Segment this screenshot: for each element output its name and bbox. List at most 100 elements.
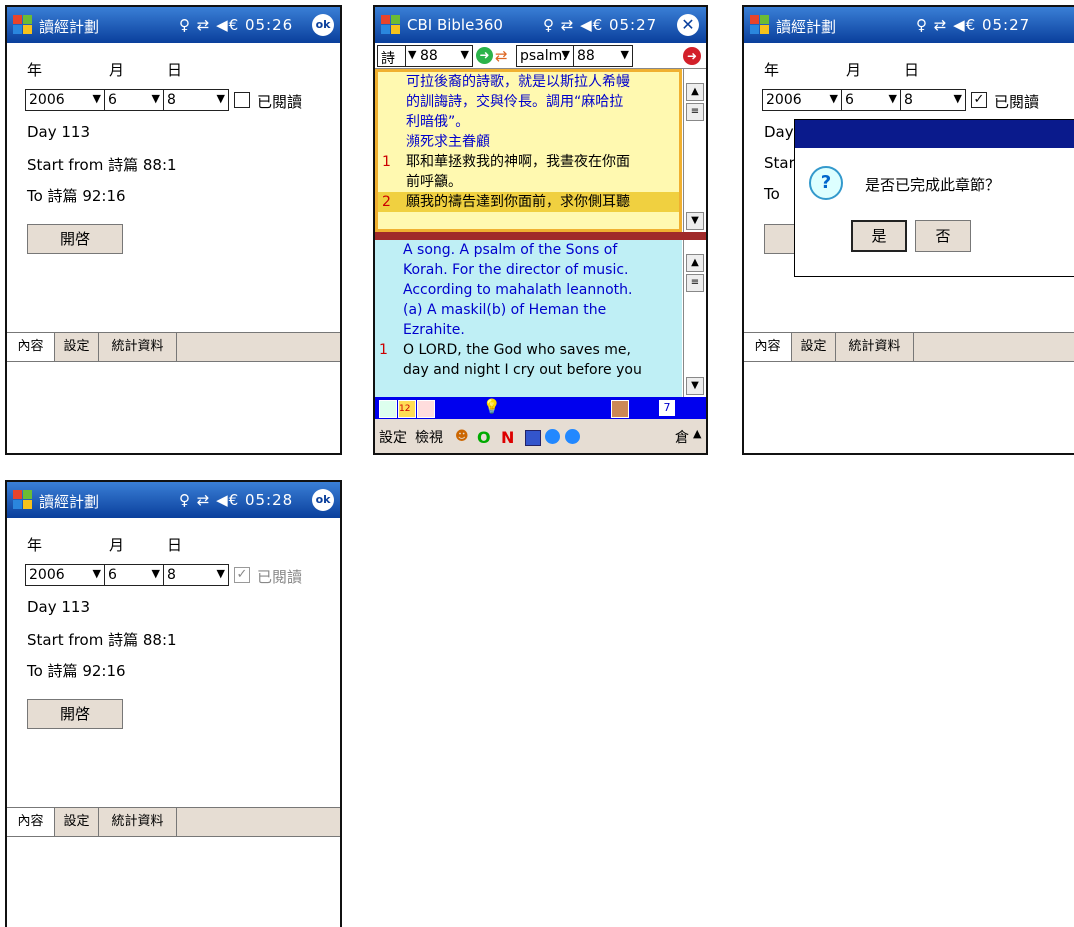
english-scrollbar[interactable]: ▲ ≡ ▼ — [683, 240, 706, 397]
day-label: 日 — [904, 61, 920, 79]
dialog-title-bar — [795, 120, 1074, 148]
close-icon[interactable]: ✕ — [677, 14, 699, 36]
chapter-1-value: 88 — [420, 48, 438, 64]
start-from-text: Start from 詩篇 88:1 — [27, 631, 177, 649]
windows-start-icon[interactable] — [381, 15, 401, 35]
tab-statistics[interactable]: 統計資料 — [99, 333, 177, 361]
month-select[interactable]: 6 ▼ — [104, 564, 164, 586]
chevron-down-icon: ▼ — [151, 92, 160, 105]
english-text-pane[interactable]: A song. A psalm of the Sons of Korah. Fo… — [375, 240, 682, 397]
year-select[interactable]: 2006 ▼ — [25, 564, 105, 586]
month-select[interactable]: 6 ▼ — [104, 89, 164, 111]
month-label: 月 — [109, 61, 125, 79]
package-icon[interactable] — [611, 400, 629, 418]
menu-settings[interactable]: 設定 — [379, 427, 407, 447]
intro-line: 的訓誨詩，交與伶長。調用“麻哈拉 — [406, 94, 624, 110]
tab-bar: 內容 設定 統計資料 — [744, 332, 1074, 362]
chapter-select-1[interactable]: 88 ▼ ▼ — [405, 45, 473, 67]
tab-bar: 內容 設定 統計資料 — [7, 807, 340, 837]
year-select[interactable]: 2006 ▼ — [762, 89, 842, 111]
chevron-down-icon: ▼ — [92, 567, 101, 580]
chinese-text-pane[interactable]: 可拉後裔的詩歌，就是以斯拉人希幔 的訓誨詩，交與伶長。調用“麻哈拉 利暗俄”。 … — [375, 69, 682, 232]
lightbulb-icon[interactable]: 💡 — [483, 399, 500, 417]
pane-splitter[interactable] — [375, 232, 706, 240]
n-button[interactable]: N — [501, 428, 519, 447]
open-button[interactable]: 開啓 — [27, 699, 123, 729]
verse-line: 1 O LORD, the God who saves me, — [375, 340, 682, 360]
chevron-down-icon: ▼ — [151, 567, 160, 580]
chevron-down-icon: ▼ — [216, 567, 225, 580]
forward-arrow-icon[interactable]: ➜ — [476, 47, 493, 64]
keyboard-icon[interactable]: 倉 — [675, 427, 689, 447]
scroll-down-icon[interactable]: ▼ — [686, 212, 704, 230]
day-select[interactable]: 8 ▼ — [163, 89, 229, 111]
chevron-down-icon: ▼ — [216, 92, 225, 105]
ok-button[interactable]: ok — [312, 489, 334, 511]
o-button[interactable]: O — [477, 428, 495, 447]
yes-button[interactable]: 是 — [851, 220, 907, 252]
year-select[interactable]: 2006 ▼ — [25, 89, 105, 111]
confirm-dialog: ? 是否已完成此章節？ 是 否 — [794, 119, 1074, 277]
app-title: 讀經計劃 — [39, 18, 100, 36]
tab-bar: 內容 設定 統計資料 — [7, 332, 340, 362]
tab-settings[interactable]: 設定 — [55, 333, 99, 361]
navigation-row: 詩 88 ▼ ▼ ➜ ⇄ psalm: ▼ 88 ▼ ➜ — [375, 44, 706, 69]
forward-circle-icon[interactable] — [565, 429, 580, 444]
scroll-up-icon[interactable]: ▲ — [686, 254, 704, 272]
keyboard-toggle-icon[interactable]: ▲ — [693, 427, 701, 440]
day-select[interactable]: 8 ▼ — [163, 564, 229, 586]
read-checkbox[interactable] — [234, 92, 250, 108]
intro-line: (a) A maskil(b) of Heman the — [403, 302, 607, 318]
chinese-scrollbar[interactable]: ▲ ≡ ▼ — [683, 69, 706, 232]
windows-start-icon[interactable] — [13, 490, 33, 510]
year-label: 年 — [27, 61, 43, 79]
windows-start-icon[interactable] — [750, 15, 770, 35]
tab-content[interactable]: 內容 — [744, 333, 792, 361]
document-icon[interactable] — [379, 400, 397, 418]
day-label: 日 — [167, 61, 183, 79]
intro-line: 可拉後裔的詩歌，就是以斯拉人希幔 — [406, 74, 630, 90]
day-number-text: Day 113 — [27, 598, 91, 616]
chapter-2-value: 88 — [577, 48, 595, 64]
tab-settings[interactable]: 設定 — [792, 333, 836, 361]
menu-view[interactable]: 檢視 — [415, 427, 443, 447]
verse-line: 前呼籲。 — [406, 174, 462, 190]
scroll-up-icon[interactable]: ▲ — [686, 83, 704, 101]
tab-content[interactable]: 內容 — [7, 808, 55, 836]
tab-statistics[interactable]: 統計資料 — [99, 808, 177, 836]
swap-icon[interactable]: ⇄ — [495, 46, 515, 66]
scroll-thumb[interactable]: ≡ — [686, 103, 704, 121]
bookmark-icon[interactable] — [417, 400, 435, 418]
day-select[interactable]: 8 ▼ — [900, 89, 966, 111]
scroll-down-icon[interactable]: ▼ — [686, 377, 704, 395]
tab-statistics[interactable]: 統計資料 — [836, 333, 914, 361]
scroll-thumb[interactable]: ≡ — [686, 274, 704, 292]
tab-settings[interactable]: 設定 — [55, 808, 99, 836]
back-arrow-icon[interactable]: ➜ — [683, 47, 701, 65]
day-value: 8 — [167, 92, 176, 108]
people-icon[interactable]: ☻ — [455, 429, 471, 445]
save-icon[interactable] — [525, 430, 541, 446]
no-button[interactable]: 否 — [915, 220, 971, 252]
verse-number: 1 — [382, 154, 391, 170]
intro-line: Korah. For the director of music. — [403, 262, 629, 278]
windows-start-icon[interactable] — [13, 15, 33, 35]
open-button[interactable]: 開啓 — [27, 224, 123, 254]
chapter-select-2[interactable]: 88 ▼ — [573, 45, 633, 67]
tab-content[interactable]: 內容 — [7, 333, 55, 361]
back-circle-icon[interactable] — [545, 429, 560, 444]
book-en-select[interactable]: psalm: ▼ — [516, 45, 574, 67]
start-from-text: Start from 詩篇 88:1 — [27, 156, 177, 174]
chevron-down-icon: ▼ — [460, 48, 469, 61]
book-cn-select[interactable]: 詩 — [377, 45, 407, 67]
read-checkbox-disabled: ✓ — [234, 567, 250, 583]
read-label: 已閱讀 — [994, 93, 1040, 111]
numbers-icon[interactable]: 12 — [398, 400, 416, 418]
month-select[interactable]: 6 ▼ — [841, 89, 901, 111]
ok-button[interactable]: ok — [312, 14, 334, 36]
intro-line: According to mahalath leannoth. — [403, 282, 633, 298]
year-label: 年 — [27, 536, 43, 554]
app-title: CBI Bible360 — [407, 16, 503, 34]
calendar-icon[interactable]: 7 — [659, 400, 675, 416]
read-checkbox-checked[interactable]: ✓ — [971, 92, 987, 108]
